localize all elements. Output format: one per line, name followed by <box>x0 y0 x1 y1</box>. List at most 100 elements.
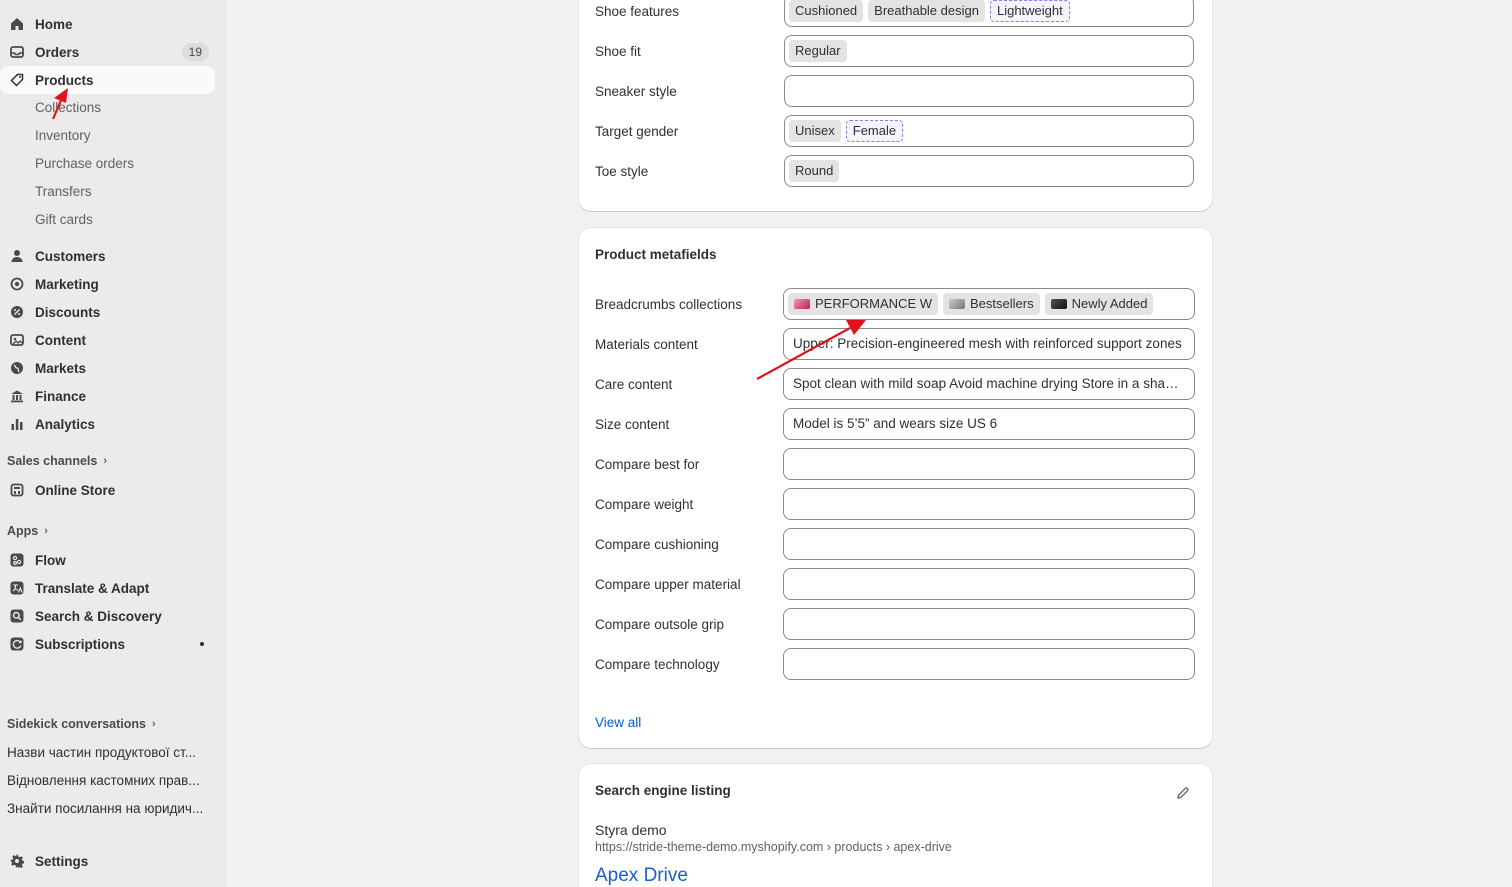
collection-chip-label: Bestsellers <box>970 296 1034 311</box>
metafield-label: Size content <box>595 417 670 432</box>
search-engine-listing-card: Search engine listing Styra demo https:/… <box>579 764 1212 887</box>
chevron-right-icon: › <box>151 718 156 730</box>
sidekick-header[interactable]: Sidekick conversations › <box>7 717 156 731</box>
nav-label: Flow <box>35 552 66 568</box>
compare-best-for-field[interactable] <box>783 448 1195 480</box>
attribute-chip[interactable]: Round <box>789 160 840 182</box>
nav-sub-collections[interactable]: Collections <box>35 100 101 115</box>
nav-sub-purchase-orders[interactable]: Purchase orders <box>35 156 134 171</box>
sales-channels-header[interactable]: Sales channels › <box>7 454 107 468</box>
breadcrumbs-collections-field[interactable]: PERFORMANCE W Bestsellers Newly Added <box>783 288 1195 320</box>
sidekick-conversation[interactable]: Відновлення кастомних прав... <box>7 773 212 788</box>
card-title: Product metafields <box>595 247 717 262</box>
collection-chip[interactable]: Newly Added <box>1044 293 1154 315</box>
suggested-chip[interactable]: Female <box>845 120 904 142</box>
metafield-label: Compare upper material <box>595 577 741 592</box>
search-icon <box>10 609 24 623</box>
nav-label: Marketing <box>35 276 99 292</box>
nav-orders[interactable]: Orders 19 <box>0 38 215 66</box>
nav-label: Search & Discovery <box>35 608 162 624</box>
sidebar: Home Orders 19 Products Collections Inve… <box>0 0 227 887</box>
field-value: Spot clean with mild soap Avoid machine … <box>793 376 1185 391</box>
chevron-right-icon: › <box>44 525 48 537</box>
store-icon <box>10 483 24 497</box>
suggested-chip[interactable]: Lightweight <box>989 0 1070 22</box>
apps-label: Apps <box>7 524 39 538</box>
sneaker-style-field[interactable] <box>784 75 1194 107</box>
compare-upper-material-field[interactable] <box>783 568 1195 600</box>
nav-sub-inventory[interactable]: Inventory <box>35 128 91 143</box>
nav-online-store[interactable]: Online Store <box>0 476 215 504</box>
subscriptions-icon <box>10 637 24 651</box>
attribute-chip[interactable]: Cushioned <box>789 0 864 22</box>
toe-style-field[interactable]: Round <box>784 155 1194 187</box>
seo-url: https://stride-theme-demo.myshopify.com … <box>595 840 952 854</box>
attribute-chip[interactable]: Unisex <box>789 120 841 142</box>
nav-analytics[interactable]: Analytics <box>0 410 215 438</box>
attribute-label: Shoe fit <box>595 44 641 59</box>
bank-icon <box>10 389 24 403</box>
nav-label: Finance <box>35 388 87 404</box>
nav-finance[interactable]: Finance <box>0 382 215 410</box>
nav-customers[interactable]: Customers <box>0 242 215 270</box>
metafield-label: Materials content <box>595 337 698 352</box>
target-icon <box>10 277 24 291</box>
nav-app-flow[interactable]: Flow <box>0 546 215 574</box>
nav-label: Settings <box>35 853 89 869</box>
nav-discounts[interactable]: Discounts <box>0 298 215 326</box>
nav-label: Products <box>35 72 94 88</box>
collection-chip-label: Newly Added <box>1071 296 1148 311</box>
nav-app-subscriptions[interactable]: Subscriptions <box>0 630 215 658</box>
shoe-features-field[interactable]: Cushioned Breathable design Lightweight <box>784 0 1194 27</box>
size-content-field[interactable]: Model is 5’5” and wears size US 6 <box>783 408 1195 440</box>
apps-header[interactable]: Apps › <box>7 524 48 538</box>
metafield-label: Compare cushioning <box>595 537 719 552</box>
nav-sub-transfers[interactable]: Transfers <box>35 184 92 199</box>
edit-pencil-icon[interactable] <box>1176 786 1190 803</box>
collection-chip[interactable]: Bestsellers <box>943 293 1040 315</box>
nav-app-translate[interactable]: Translate & Adapt <box>0 574 215 602</box>
attribute-label: Toe style <box>595 164 649 179</box>
globe-icon <box>10 361 24 375</box>
nav-label: Home <box>35 16 73 32</box>
compare-cushioning-field[interactable] <box>783 528 1195 560</box>
collection-chip[interactable]: PERFORMANCE W <box>788 293 938 315</box>
chart-icon <box>10 417 24 431</box>
nav-content[interactable]: Content <box>0 326 215 354</box>
gear-icon <box>10 854 24 868</box>
collection-thumbnail <box>794 299 810 309</box>
target-gender-field[interactable]: Unisex Female <box>784 115 1194 147</box>
compare-technology-field[interactable] <box>783 648 1195 680</box>
sidekick-conversation[interactable]: Знайти посилання на юридич... <box>7 801 212 816</box>
shoe-fit-field[interactable]: Regular <box>784 35 1194 67</box>
materials-content-field[interactable]: Upper: Precision-engineered mesh with re… <box>783 328 1195 360</box>
nav-home[interactable]: Home <box>0 10 215 38</box>
discount-icon <box>10 305 24 319</box>
nav-marketing[interactable]: Marketing <box>0 270 215 298</box>
care-content-field[interactable]: Spot clean with mild soap Avoid machine … <box>783 368 1195 400</box>
metafield-label: Care content <box>595 377 673 392</box>
sidekick-conversation[interactable]: Назви частин продуктової ст... <box>7 745 212 760</box>
card-title: Search engine listing <box>595 783 731 798</box>
nav-label: Online Store <box>35 482 116 498</box>
attribute-chip[interactable]: Regular <box>789 40 847 62</box>
nav-markets[interactable]: Markets <box>0 354 215 382</box>
compare-outsole-grip-field[interactable] <box>783 608 1195 640</box>
view-all-link[interactable]: View all <box>595 715 641 730</box>
nav-label: Markets <box>35 360 87 376</box>
nav-settings[interactable]: Settings <box>0 847 215 875</box>
seo-page-title[interactable]: Apex Drive <box>595 865 688 887</box>
compare-weight-field[interactable] <box>783 488 1195 520</box>
sidekick-label: Sidekick conversations <box>7 717 146 731</box>
attribute-chip[interactable]: Breathable design <box>868 0 985 22</box>
orders-icon <box>10 45 24 59</box>
tag-icon <box>10 73 24 87</box>
nav-sub-gift-cards[interactable]: Gift cards <box>35 212 93 227</box>
collection-chip-label: PERFORMANCE W <box>815 296 932 311</box>
nav-app-search-discovery[interactable]: Search & Discovery <box>0 602 215 630</box>
nav-label: Analytics <box>35 416 96 432</box>
product-metafields-card: Product metafields Breadcrumbs collectio… <box>579 228 1212 748</box>
attribute-label: Target gender <box>595 124 679 139</box>
nav-products[interactable]: Products <box>0 66 215 94</box>
metafield-label: Breadcrumbs collections <box>595 297 743 312</box>
